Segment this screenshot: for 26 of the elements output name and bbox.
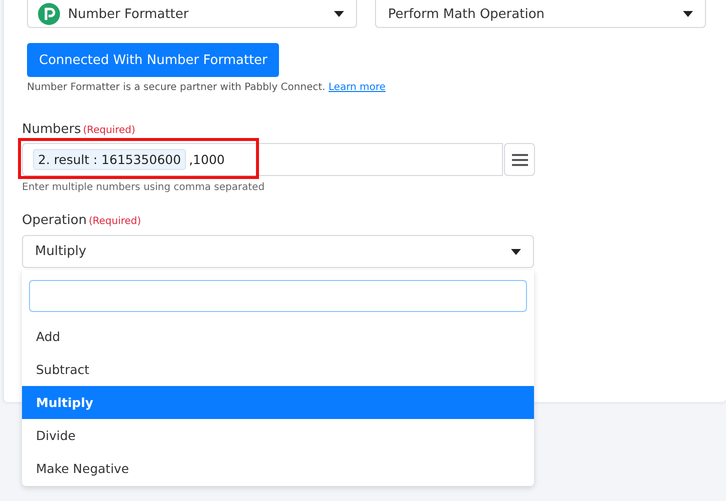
caret-icon <box>334 11 344 17</box>
numbers-field[interactable]: 2. result : 1615350600 ,1000 <box>22 143 503 176</box>
field-label: Operation <box>22 213 87 228</box>
dropdown-option[interactable]: Multiply <box>22 386 534 419</box>
field-hint: Enter multiple numbers using comma separated <box>22 182 266 193</box>
caret-icon <box>683 11 693 17</box>
connect-button[interactable]: Connected With Number Formatter <box>27 43 280 77</box>
operation-select[interactable]: Multiply <box>22 235 534 268</box>
required-label: (Required) <box>83 125 136 136</box>
caret-icon <box>511 248 521 254</box>
menu-button[interactable] <box>504 143 535 176</box>
required-label: (Required) <box>88 216 142 227</box>
partner-note: Number Formatter is a secure partner with Pabbly Connect. <box>27 82 326 93</box>
dropdown-option[interactable]: Make Negative <box>22 452 534 485</box>
learn-more-link[interactable]: Learn more <box>328 82 386 93</box>
action-select[interactable]: Perform Math Operation <box>375 0 706 28</box>
dropdown-option[interactable]: Add <box>22 320 534 353</box>
search-field[interactable] <box>29 280 527 312</box>
menu-icon <box>512 154 528 166</box>
variable-token: 2. result : 1615350600 <box>33 149 186 170</box>
app-select[interactable]: Number Formatter <box>27 0 357 28</box>
dropdown-option[interactable]: Subtract <box>22 353 534 386</box>
app-logo-icon <box>38 3 60 25</box>
field-label: Numbers <box>22 122 81 137</box>
field-value: ,1000 <box>188 152 225 167</box>
dropdown-option[interactable]: Divide <box>22 419 534 452</box>
